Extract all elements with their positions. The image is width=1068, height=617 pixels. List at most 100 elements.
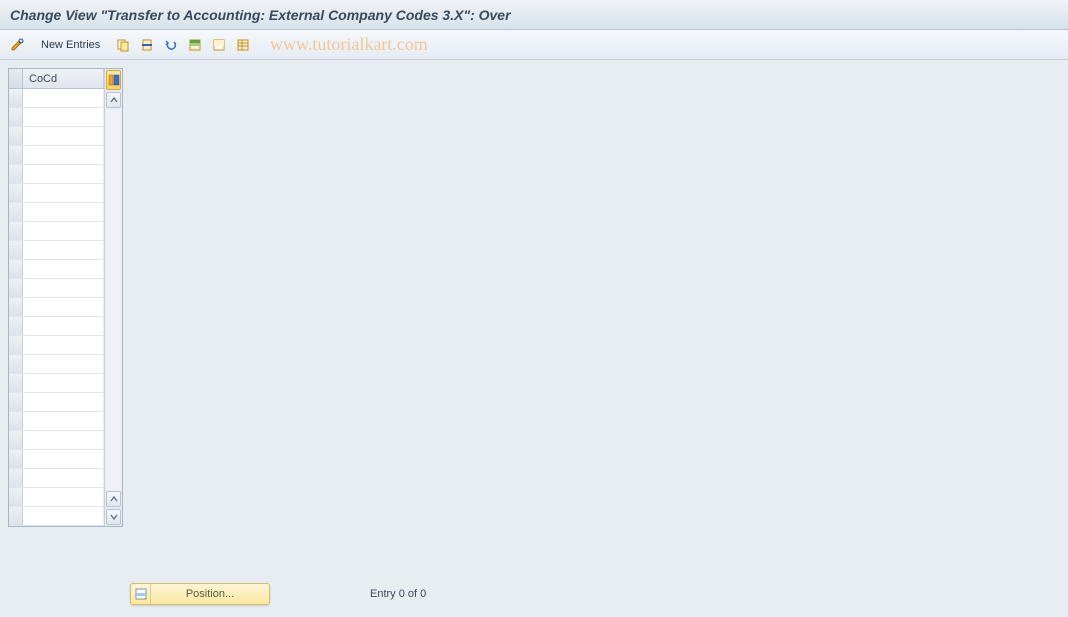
cell-cocd[interactable]: [23, 355, 104, 373]
row-selector[interactable]: [9, 165, 23, 183]
deselect-all-button[interactable]: [209, 35, 229, 55]
row-selector[interactable]: [9, 298, 23, 316]
cell-cocd[interactable]: [23, 222, 104, 240]
table-row: [9, 279, 104, 298]
cell-cocd[interactable]: [23, 298, 104, 316]
cell-cocd[interactable]: [23, 146, 104, 164]
cell-cocd[interactable]: [23, 317, 104, 335]
row-selector[interactable]: [9, 431, 23, 449]
row-selector[interactable]: [9, 89, 23, 107]
undo-button[interactable]: [161, 35, 181, 55]
cell-cocd[interactable]: [23, 412, 104, 430]
row-selector[interactable]: [9, 127, 23, 145]
table-config-icon: [108, 74, 120, 86]
cell-cocd[interactable]: [23, 393, 104, 411]
table-row: [9, 203, 104, 222]
cell-cocd[interactable]: [23, 431, 104, 449]
chevron-up-icon: [110, 496, 118, 502]
entry-status-text: Entry 0 of 0: [370, 588, 426, 600]
table-row: [9, 298, 104, 317]
table-scroll-column: [104, 69, 122, 526]
position-button[interactable]: Position...: [130, 583, 270, 605]
cell-cocd[interactable]: [23, 469, 104, 487]
cell-cocd[interactable]: [23, 127, 104, 145]
table-row: [9, 184, 104, 203]
position-icon-wrapper: [131, 584, 151, 604]
row-selector[interactable]: [9, 203, 23, 221]
pencil-glasses-icon: [10, 37, 26, 53]
scroll-up-button[interactable]: [106, 92, 121, 108]
row-selector[interactable]: [9, 507, 23, 525]
row-selector[interactable]: [9, 450, 23, 468]
table-row: [9, 89, 104, 108]
watermark-text: www.tutorialkart.com: [270, 34, 428, 55]
position-icon: [134, 587, 148, 601]
table-header-row: CoCd: [9, 69, 104, 89]
table-row: [9, 374, 104, 393]
table-row: [9, 412, 104, 431]
table-row: [9, 450, 104, 469]
cell-cocd[interactable]: [23, 241, 104, 259]
undo-icon: [164, 38, 178, 52]
row-selector[interactable]: [9, 374, 23, 392]
cell-cocd[interactable]: [23, 89, 104, 107]
row-selector[interactable]: [9, 241, 23, 259]
row-selector[interactable]: [9, 393, 23, 411]
table-row: [9, 317, 104, 336]
delete-button[interactable]: [137, 35, 157, 55]
row-selector[interactable]: [9, 317, 23, 335]
chevron-down-icon: [110, 514, 118, 520]
cell-cocd[interactable]: [23, 507, 104, 525]
cell-cocd[interactable]: [23, 336, 104, 354]
cell-cocd[interactable]: [23, 450, 104, 468]
scroll-up-step-button[interactable]: [106, 491, 121, 507]
row-selector[interactable]: [9, 412, 23, 430]
table-row: [9, 355, 104, 374]
row-selector[interactable]: [9, 336, 23, 354]
cell-cocd[interactable]: [23, 108, 104, 126]
new-entries-button[interactable]: New Entries: [32, 36, 109, 54]
row-selector[interactable]: [9, 279, 23, 297]
scroll-down-button[interactable]: [106, 509, 121, 525]
delete-icon: [140, 38, 154, 52]
copy-as-button[interactable]: [113, 35, 133, 55]
select-all-rows-corner[interactable]: [9, 69, 23, 88]
row-selector[interactable]: [9, 260, 23, 278]
select-all-button[interactable]: [185, 35, 205, 55]
table-row: [9, 127, 104, 146]
cell-cocd[interactable]: [23, 260, 104, 278]
cell-cocd[interactable]: [23, 374, 104, 392]
data-table: CoCd: [8, 68, 123, 527]
change-display-button[interactable]: [8, 35, 28, 55]
row-selector[interactable]: [9, 108, 23, 126]
content-area: CoCd Position... Entry: [0, 60, 1068, 617]
print-button[interactable]: [233, 35, 253, 55]
row-selector[interactable]: [9, 469, 23, 487]
row-selector[interactable]: [9, 184, 23, 202]
select-all-icon: [188, 38, 202, 52]
row-selector[interactable]: [9, 488, 23, 506]
table-row: [9, 108, 104, 127]
page-title: Change View "Transfer to Accounting: Ext…: [10, 7, 511, 23]
cell-cocd[interactable]: [23, 165, 104, 183]
deselect-all-icon: [212, 38, 226, 52]
row-selector[interactable]: [9, 355, 23, 373]
table-row: [9, 469, 104, 488]
table-row: [9, 146, 104, 165]
table-settings-button[interactable]: [106, 70, 121, 90]
table-body-wrapper: CoCd: [9, 69, 104, 526]
cell-cocd[interactable]: [23, 203, 104, 221]
row-selector[interactable]: [9, 222, 23, 240]
column-header-cocd[interactable]: CoCd: [23, 69, 104, 88]
cell-cocd[interactable]: [23, 488, 104, 506]
table-print-icon: [236, 38, 250, 52]
table-row: [9, 336, 104, 355]
cell-cocd[interactable]: [23, 184, 104, 202]
scrollbar-track[interactable]: [106, 109, 121, 490]
position-button-label: Position...: [151, 588, 269, 600]
table-row: [9, 431, 104, 450]
table-row: [9, 222, 104, 241]
table-row: [9, 241, 104, 260]
cell-cocd[interactable]: [23, 279, 104, 297]
row-selector[interactable]: [9, 146, 23, 164]
